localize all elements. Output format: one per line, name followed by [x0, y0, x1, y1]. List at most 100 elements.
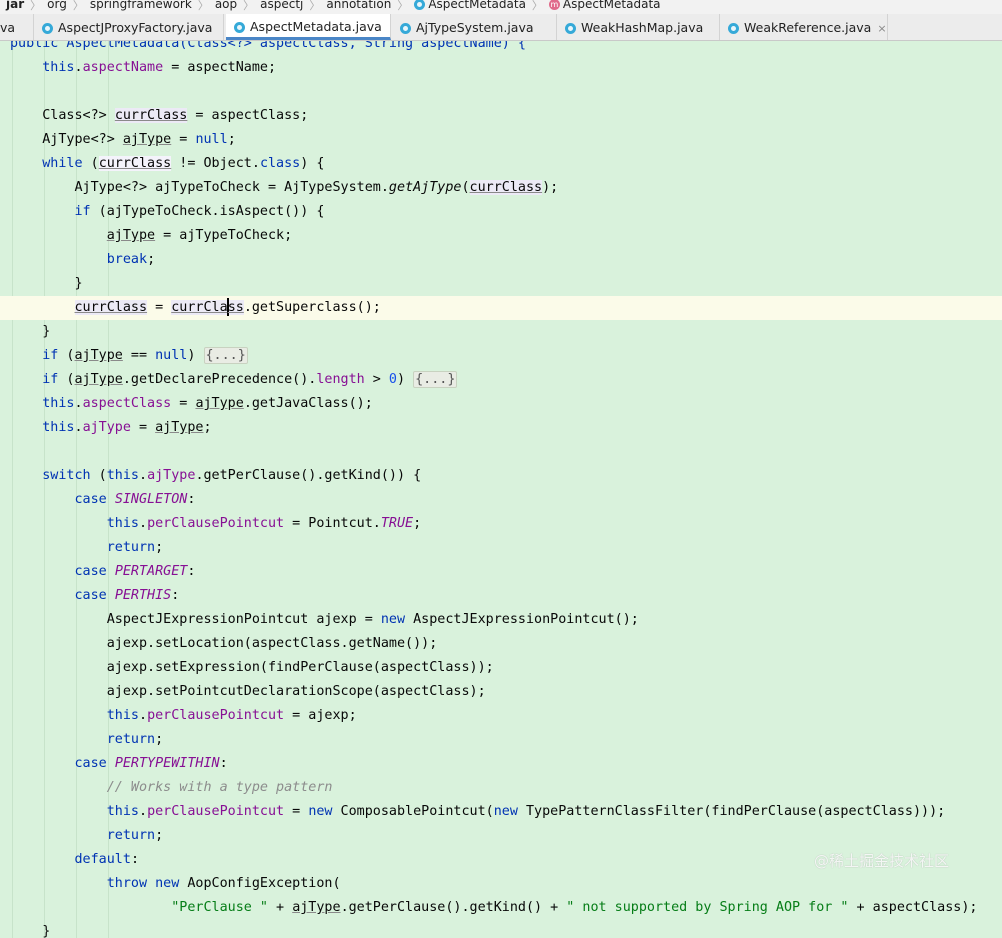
field: aspectClass	[82, 396, 172, 411]
tab-weak-hash-map[interactable]: WeakHashMap.java	[557, 14, 720, 40]
keyword: this	[106, 468, 139, 483]
tab-va[interactable]: va	[0, 14, 34, 40]
tab-weak-reference[interactable]: WeakReference.java ×	[720, 14, 888, 40]
code-text: ;	[155, 732, 164, 747]
code-text: ajexp.setPointcutDeclarationScope(aspect…	[106, 684, 486, 699]
code-line: "PerClause " + ajType.getPerClause().get…	[10, 896, 977, 920]
code-line: case PERTARGET:	[10, 560, 196, 584]
breadcrumb: jar 〉 org 〉 springframework 〉 aop 〉 aspectj 〉 anno…	[0, 0, 1002, 14]
breadcrumb-item-springframework[interactable]: springframework	[84, 0, 198, 10]
code-text: }	[42, 324, 51, 339]
breadcrumb-class-label: AspectMetadata	[428, 0, 526, 11]
code-text: >	[364, 372, 389, 387]
tab-label: AspectMetadata.java	[250, 19, 382, 34]
field: length	[316, 372, 365, 387]
code-text: :	[187, 492, 196, 507]
enum-constant: PERTYPEWITHIN	[114, 756, 220, 771]
code-text: ;	[147, 252, 156, 267]
keyword: if	[74, 204, 91, 219]
string-literal: " not supported by Spring AOP for "	[566, 900, 849, 915]
static-method: getAjType	[388, 180, 462, 195]
code-text: = ajexp;	[284, 708, 357, 723]
code-line: ajType = ajTypeToCheck;	[10, 224, 292, 248]
code-line: }	[10, 272, 83, 296]
code-text: (ajTypeToCheck.isAspect()) {	[90, 204, 325, 219]
code-text: ==	[122, 348, 156, 363]
code-line: this.ajType = ajType;	[10, 416, 211, 440]
folded-code-block[interactable]: {...}	[203, 347, 248, 364]
field: perClausePointcut	[147, 708, 285, 723]
code-text: AopConfigException(	[179, 876, 341, 891]
code-text: AjType<?>	[42, 132, 123, 147]
code-text: :	[171, 588, 180, 603]
code-line: switch (this.ajType.getPerClause().getKi…	[10, 464, 421, 488]
code-line: ajexp.setExpression(findPerClause(aspect…	[10, 656, 494, 680]
keyword: new	[308, 804, 333, 819]
code-text: ;	[413, 516, 422, 531]
code-text: )	[187, 348, 204, 363]
variable: ajType	[106, 228, 156, 243]
keyword: case	[74, 756, 107, 771]
code-text: = ajTypeToCheck;	[155, 228, 293, 243]
code-text: (	[82, 156, 99, 171]
code-text: (	[461, 180, 470, 195]
code-text: .getPerClause().getKind() +	[340, 900, 567, 915]
code-line: if (ajTypeToCheck.isAspect()) {	[10, 200, 325, 224]
method-icon: m	[548, 0, 560, 10]
breadcrumb-item-aop[interactable]: aop	[209, 0, 243, 10]
tab-aspectj-proxy-factory[interactable]: AspectJProxyFactory.java	[34, 14, 224, 40]
breadcrumb-item-annotation[interactable]: annotation	[320, 0, 397, 10]
code-text: AjType<?> ajTypeToCheck = AjTypeSystem.	[74, 180, 389, 195]
breadcrumb-item-aspectj[interactable]: aspectj	[254, 0, 309, 10]
tab-aspect-metadata[interactable]: AspectMetadata.java	[226, 14, 391, 40]
breadcrumb-item-org[interactable]: org	[41, 0, 73, 10]
breadcrumb-item-jar[interactable]: jar	[0, 0, 30, 10]
variable-highlight: currClass	[171, 298, 244, 316]
code-text: ;	[155, 828, 164, 843]
breadcrumb-item-method[interactable]: m AspectMetadata	[543, 0, 667, 10]
keyword: null	[155, 348, 188, 363]
code-text: ss	[227, 300, 244, 315]
code-line: throw new AopConfigException(	[10, 872, 341, 896]
enum-constant: PERTARGET	[114, 564, 188, 579]
code-text: =	[147, 300, 172, 315]
code-text: :	[219, 756, 228, 771]
class-icon	[400, 23, 411, 34]
variable: ajType	[122, 132, 172, 147]
field: ajType	[82, 420, 131, 435]
tab-aj-type-system[interactable]: AjTypeSystem.java	[392, 14, 557, 40]
code-text: Class<?>	[42, 108, 115, 123]
keyword: class	[259, 156, 301, 171]
keyword: this	[106, 708, 139, 723]
field: perClausePointcut	[147, 804, 285, 819]
code-text: }	[74, 276, 83, 291]
code-editor[interactable]: public AspectMetadata(Class<?> aspectCla…	[0, 41, 1002, 938]
tab-label: WeakHashMap.java	[581, 20, 704, 35]
close-icon[interactable]: ×	[877, 22, 886, 35]
variable-highlight: currClass	[469, 180, 543, 195]
field: aspectName	[82, 60, 164, 75]
field: perClausePointcut	[147, 516, 285, 531]
keyword: break	[106, 252, 148, 267]
code-line: if (ajType.getDeclarePrecedence().length…	[10, 368, 458, 392]
folded-code-block[interactable]: {...}	[413, 371, 458, 388]
keyword: this	[106, 516, 139, 531]
enum-constant: SINGLETON	[114, 492, 188, 507]
code-line: case SINGLETON:	[10, 488, 196, 512]
enum-constant: PERTHIS	[114, 588, 172, 603]
breadcrumb-item-class[interactable]: AspectMetadata	[408, 0, 532, 10]
variable-highlight: currClass	[114, 108, 188, 123]
field: ajType	[147, 468, 196, 483]
code-text: +	[268, 900, 293, 915]
code-line: Class<?> currClass = aspectClass;	[10, 104, 308, 128]
code-text: :	[130, 852, 139, 867]
code-text: .getSuperclass();	[243, 300, 381, 315]
keyword: new	[493, 804, 518, 819]
watermark: @稀土掘金技术社区	[814, 852, 950, 870]
code-line: return;	[10, 728, 163, 752]
